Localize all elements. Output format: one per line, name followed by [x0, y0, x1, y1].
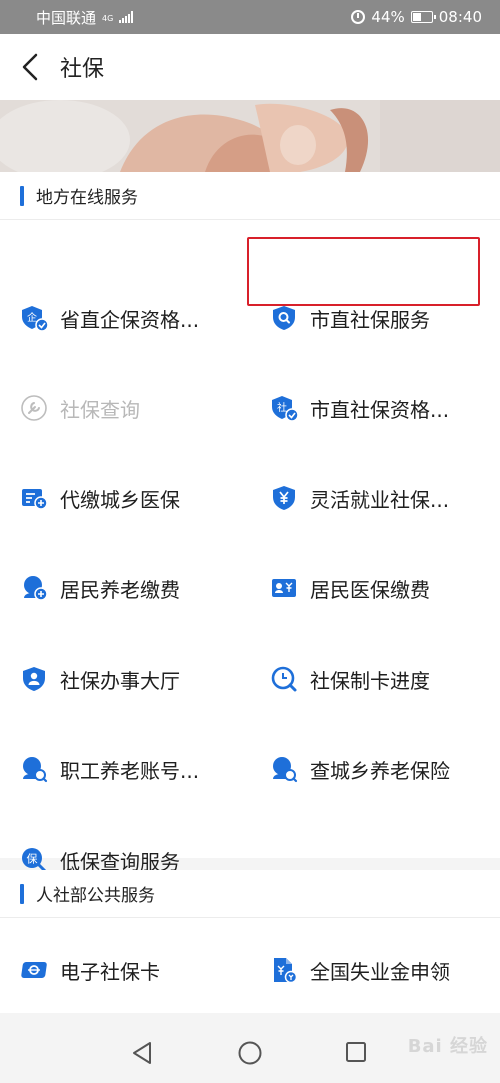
- hands-illustration: [0, 100, 500, 172]
- status-right: 44% 08:40: [351, 8, 482, 26]
- qi-shield-check-icon: 企: [20, 304, 48, 332]
- wrench-icon: [20, 394, 48, 422]
- she-shield-check-icon: 社: [270, 394, 298, 422]
- svg-text:保: 保: [27, 852, 38, 866]
- service-item[interactable]: 社保制卡进度: [270, 634, 490, 724]
- service-label: 社保查询: [60, 397, 140, 422]
- list-add-icon: [20, 484, 48, 512]
- public-services-section: 人社部公共服务 电子社保卡 全国失业金申领: [0, 870, 500, 1013]
- section-header: 地方在线服务: [0, 172, 500, 220]
- service-label: 市直社保服务: [310, 307, 430, 332]
- elder-search-icon: [20, 755, 48, 783]
- service-label: 全国失业金申领: [310, 959, 450, 984]
- service-label: 社保办事大厅: [60, 668, 180, 693]
- service-item[interactable]: 全国失业金申领: [270, 925, 490, 1015]
- nav-back-button[interactable]: [130, 1041, 154, 1069]
- carrier-name: 中国联通: [36, 8, 97, 27]
- service-item[interactable]: 灵活就业社保...: [270, 453, 490, 543]
- service-label: 灵活就业社保...: [310, 487, 450, 512]
- screen: 中国联通 4G 44% 08:40 社保 地方在线服务 企 省直企保资格... …: [0, 0, 500, 1083]
- service-item[interactable]: 市直社保服务: [270, 273, 490, 363]
- service-item[interactable]: 电子社保卡: [20, 925, 240, 1015]
- service-label: 居民医保缴费: [310, 577, 430, 602]
- alarm-icon: [351, 10, 366, 24]
- service-label: 社保制卡进度: [310, 668, 430, 693]
- section-accent-bar: [20, 883, 24, 904]
- id-card-yen-icon: [270, 574, 298, 602]
- service-label: 查城乡养老保险: [310, 758, 450, 783]
- card-icon: [20, 956, 48, 984]
- section-title: 人社部公共服务: [36, 886, 155, 906]
- battery-icon: [410, 11, 436, 23]
- section-title: 地方在线服务: [36, 188, 138, 208]
- shield-search-icon: [270, 304, 298, 332]
- elder-search-icon: [270, 755, 298, 783]
- service-item[interactable]: 社保办事大厅: [20, 634, 240, 724]
- battery-percent: 44%: [371, 8, 405, 26]
- elder-add-icon: [20, 574, 48, 602]
- user-shield-icon: [20, 665, 48, 693]
- service-label: 代缴城乡医保: [60, 487, 180, 512]
- service-item[interactable]: 社 市直社保资格...: [270, 363, 490, 453]
- status-bar: 中国联通 4G 44% 08:40: [0, 0, 500, 34]
- home-circle-icon: [238, 1041, 262, 1065]
- nav-recent-button[interactable]: [345, 1041, 367, 1067]
- service-label: 职工养老账号...: [60, 758, 200, 783]
- service-item[interactable]: 居民医保缴费: [270, 543, 490, 633]
- banner-image[interactable]: [0, 100, 500, 172]
- clock: 08:40: [438, 8, 482, 26]
- svg-text:企: 企: [27, 311, 37, 324]
- service-label: 居民养老缴费: [60, 577, 180, 602]
- service-label: 市直社保资格...: [310, 397, 450, 422]
- back-triangle-icon: [133, 1042, 151, 1064]
- svg-text:社: 社: [277, 401, 287, 414]
- service-label: 电子社保卡: [60, 959, 160, 984]
- back-button[interactable]: [0, 34, 60, 100]
- local-services-section: 地方在线服务 企 省直企保资格... 市直社保服务 社保查询 社 市直社保资格.…: [0, 172, 500, 874]
- document-yen-icon: [270, 956, 298, 984]
- service-item[interactable]: 企 省直企保资格...: [20, 273, 240, 363]
- recent-square-icon: [346, 1042, 366, 1062]
- section-header: 人社部公共服务: [0, 870, 500, 918]
- network-type: 4G: [102, 13, 114, 23]
- service-item[interactable]: 社保查询: [20, 363, 240, 453]
- service-item[interactable]: 代缴城乡医保: [20, 453, 240, 543]
- progress-search-icon: [270, 665, 298, 693]
- app-header: 社保: [0, 34, 500, 100]
- service-item[interactable]: 居民养老缴费: [20, 543, 240, 633]
- service-item[interactable]: 职工养老账号...: [20, 724, 240, 814]
- carrier-group: 中国联通 4G: [36, 7, 134, 28]
- section-accent-bar: [20, 185, 24, 206]
- service-item[interactable]: 查城乡养老保险: [270, 724, 490, 814]
- baidu-watermark: Bai 经验: [407, 1036, 488, 1057]
- service-label: 省直企保资格...: [60, 307, 200, 332]
- nav-home-button[interactable]: [238, 1041, 262, 1069]
- chevron-left-icon: [22, 53, 38, 81]
- signal-icon: [119, 11, 134, 23]
- yen-shield-icon: [270, 484, 298, 512]
- page-title: 社保: [60, 57, 105, 82]
